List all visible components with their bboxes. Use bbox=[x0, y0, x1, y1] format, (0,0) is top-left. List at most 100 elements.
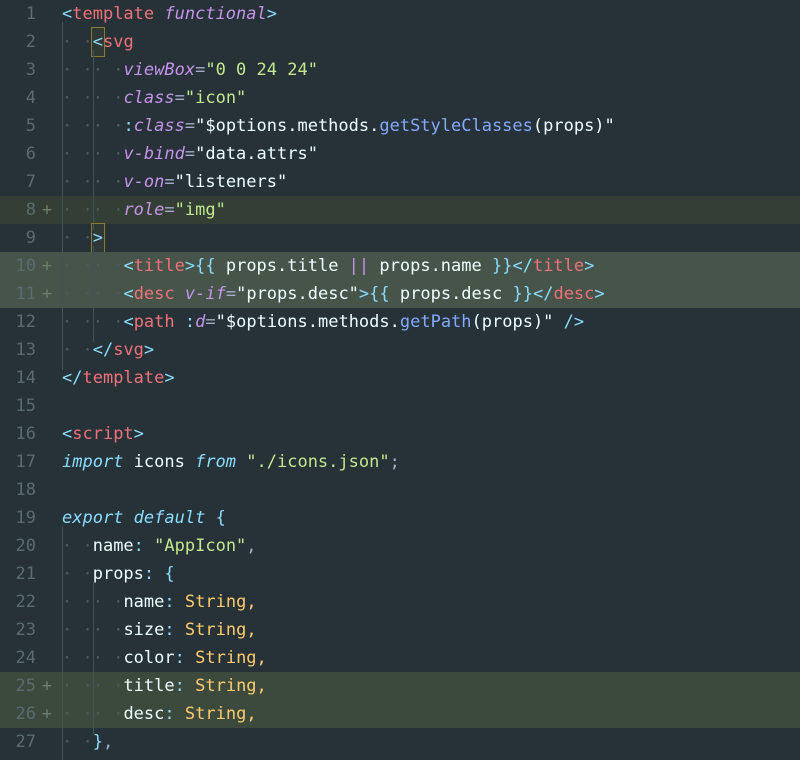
line-number: 23 bbox=[0, 616, 36, 644]
code-line-added[interactable]: 10 + · ·· ·<title>{{ props.title || prop… bbox=[0, 252, 800, 280]
code-line[interactable]: 19 export default { bbox=[0, 504, 800, 532]
line-content[interactable]: · ·· ·<path :d="$options.methods.getPath… bbox=[58, 308, 800, 336]
token-semicolon: ; bbox=[390, 452, 400, 472]
token-tag-open: < bbox=[123, 312, 133, 332]
line-content[interactable] bbox=[58, 392, 800, 420]
token-endtag-close: > bbox=[584, 256, 594, 276]
line-content[interactable]: · ·}, bbox=[58, 728, 800, 756]
diff-marker: + bbox=[36, 700, 58, 728]
token-comma: , bbox=[257, 676, 267, 696]
token-attribute: class bbox=[123, 88, 174, 108]
line-content[interactable]: · ·</svg> bbox=[58, 336, 800, 364]
line-content[interactable]: · ·name: "AppIcon", bbox=[58, 532, 800, 560]
code-line[interactable]: 20 · ·name: "AppIcon", bbox=[0, 532, 800, 560]
line-content[interactable]: </template> bbox=[58, 364, 800, 392]
diff-marker bbox=[36, 112, 58, 140]
line-content[interactable]: · ·· ·role="img" bbox=[58, 196, 800, 224]
token-bind-colon: : bbox=[185, 312, 195, 332]
token-space bbox=[144, 536, 154, 556]
token-space bbox=[236, 452, 246, 472]
line-content[interactable]: · ·· ·color: String, bbox=[58, 644, 800, 672]
line-number: 2 bbox=[0, 28, 36, 56]
line-number: 13 bbox=[0, 336, 36, 364]
code-line[interactable]: 2 · ·<svg bbox=[0, 28, 800, 56]
line-content[interactable]: · ·· ·desc: String, bbox=[58, 700, 800, 728]
token-function-name: getPath bbox=[400, 312, 472, 332]
code-line[interactable]: 18 bbox=[0, 476, 800, 504]
token-property-key: name bbox=[93, 536, 134, 556]
code-line[interactable]: 23 · ·· ·size: String, bbox=[0, 616, 800, 644]
indent-guide: · · bbox=[93, 252, 124, 280]
line-number: 18 bbox=[0, 476, 36, 504]
line-content[interactable]: · ·· ·<title>{{ props.title || props.nam… bbox=[58, 252, 800, 280]
code-line[interactable]: 4 · ·· ·class="icon" bbox=[0, 84, 800, 112]
line-content[interactable]: · ·· ·v-on="listeners" bbox=[58, 168, 800, 196]
code-line[interactable]: 3 · ·· ·viewBox="0 0 24 24" bbox=[0, 56, 800, 84]
token-colon: : bbox=[175, 676, 185, 696]
code-line[interactable]: 5 · ·· ·:class="$options.methods.getStyl… bbox=[0, 112, 800, 140]
line-number: 5 bbox=[0, 112, 36, 140]
line-content[interactable]: · ·> bbox=[58, 224, 800, 252]
code-line[interactable]: 13 · ·</svg> bbox=[0, 336, 800, 364]
line-content[interactable]: <script> bbox=[58, 420, 800, 448]
line-content[interactable]: · ·· ·v-bind="data.attrs" bbox=[58, 140, 800, 168]
code-line[interactable]: 22 · ·· ·name: String, bbox=[0, 588, 800, 616]
token-colon: : bbox=[164, 592, 174, 612]
code-line-added[interactable]: 26 + · ·· ·desc: String, bbox=[0, 700, 800, 728]
line-content[interactable]: <template functional> bbox=[58, 0, 800, 28]
indent-guide: · · bbox=[62, 280, 93, 308]
token-brace-close: } bbox=[93, 732, 103, 752]
token-space bbox=[175, 704, 185, 724]
line-content[interactable]: export default { bbox=[58, 504, 800, 532]
code-line[interactable]: 15 bbox=[0, 392, 800, 420]
line-content[interactable]: · ·· ·class="icon" bbox=[58, 84, 800, 112]
token-tag-open: < bbox=[93, 32, 103, 52]
token-type: String bbox=[195, 648, 256, 668]
token-bind-colon: : bbox=[123, 116, 133, 136]
diff-marker bbox=[36, 140, 58, 168]
line-content[interactable]: · ·· ·name: String, bbox=[58, 588, 800, 616]
indent-guide: · · bbox=[62, 56, 93, 84]
code-line-added[interactable]: 11 + · ·· ·<desc v-if="props.desc">{{ pr… bbox=[0, 280, 800, 308]
line-number: 7 bbox=[0, 168, 36, 196]
code-line[interactable]: 6 · ·· ·v-bind="data.attrs" bbox=[0, 140, 800, 168]
code-line[interactable]: 14 </template> bbox=[0, 364, 800, 392]
line-content[interactable]: · ·props: { bbox=[58, 560, 800, 588]
diff-marker bbox=[36, 28, 58, 56]
token-keyword-import: import bbox=[62, 452, 123, 472]
token-endtag-open: </ bbox=[93, 340, 113, 360]
code-line[interactable]: 27 · ·}, bbox=[0, 728, 800, 756]
token-string: "props.desc" bbox=[236, 284, 359, 304]
line-content[interactable]: · ·· ·viewBox="0 0 24 24" bbox=[58, 56, 800, 84]
line-content[interactable]: import icons from "./icons.json"; bbox=[58, 448, 800, 476]
line-content[interactable] bbox=[58, 476, 800, 504]
token-expression-start: "$options.methods. bbox=[195, 116, 379, 136]
line-content[interactable]: · ·<svg bbox=[58, 28, 800, 56]
code-line[interactable]: 12 · ·· ·<path :d="$options.methods.getP… bbox=[0, 308, 800, 336]
code-line[interactable]: 1 <template functional> bbox=[0, 0, 800, 28]
code-line-added[interactable]: 8 + · ·· ·role="img" bbox=[0, 196, 800, 224]
line-content[interactable]: · ·· ·size: String, bbox=[58, 616, 800, 644]
code-line[interactable]: 24 · ·· ·color: String, bbox=[0, 644, 800, 672]
token-comma: , bbox=[246, 620, 256, 640]
indent-guide: · · bbox=[62, 644, 93, 672]
token-identifier: icons bbox=[123, 452, 195, 472]
code-line[interactable]: 17 import icons from "./icons.json"; bbox=[0, 448, 800, 476]
code-editor[interactable]: 1 <template functional> 2 · ·<svg 3 · ··… bbox=[0, 0, 800, 760]
diff-marker bbox=[36, 84, 58, 112]
line-content[interactable]: · ·· ·title: String, bbox=[58, 672, 800, 700]
token-mustache-close: }} bbox=[512, 284, 532, 304]
diff-marker bbox=[36, 364, 58, 392]
indent-guide: · · bbox=[93, 140, 124, 168]
code-line[interactable]: 7 · ·· ·v-on="listeners" bbox=[0, 168, 800, 196]
token-equals: = bbox=[226, 284, 236, 304]
code-line[interactable]: 21 · ·props: { bbox=[0, 560, 800, 588]
diff-marker bbox=[36, 588, 58, 616]
line-number: 26 bbox=[0, 700, 36, 728]
code-line-added[interactable]: 25 + · ·· ·title: String, bbox=[0, 672, 800, 700]
code-line[interactable]: 9 · ·> bbox=[0, 224, 800, 252]
code-line[interactable]: 16 <script> bbox=[0, 420, 800, 448]
line-content[interactable]: · ·· ·<desc v-if="props.desc">{{ props.d… bbox=[58, 280, 800, 308]
line-content[interactable]: · ·· ·:class="$options.methods.getStyleC… bbox=[58, 112, 800, 140]
token-self-closing: /> bbox=[564, 312, 584, 332]
